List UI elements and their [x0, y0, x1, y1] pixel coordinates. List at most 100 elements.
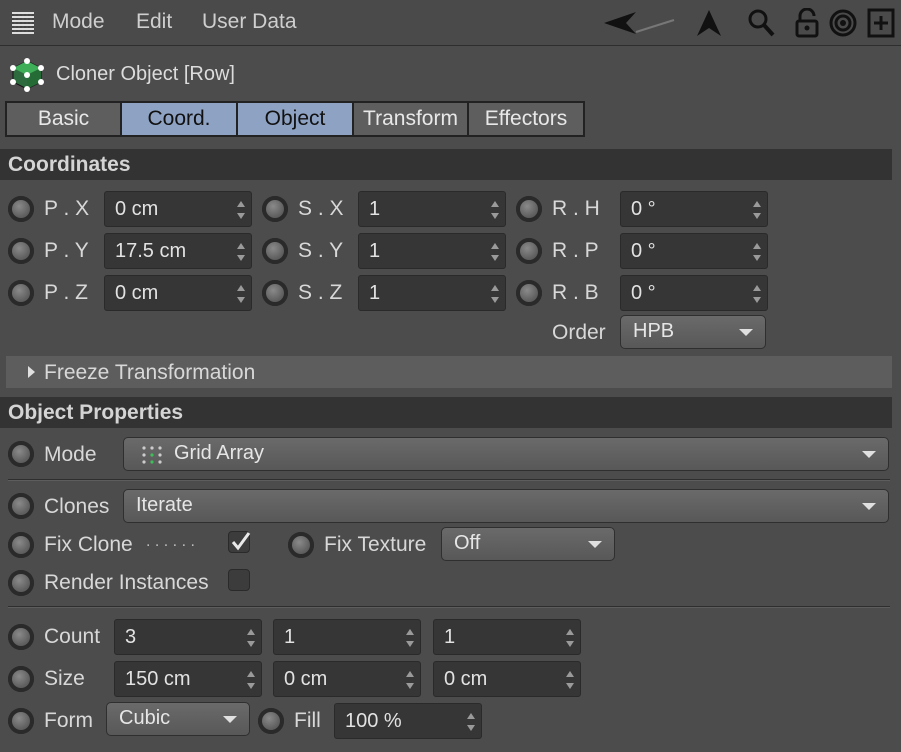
- rp-field[interactable]: 0 °: [620, 233, 768, 269]
- form-dropdown[interactable]: Cubic: [106, 702, 250, 736]
- rh-stepper[interactable]: [752, 201, 762, 219]
- px-field[interactable]: 0 cm: [104, 191, 252, 227]
- new-window-icon[interactable]: [866, 8, 896, 38]
- fill-field[interactable]: 100 %: [334, 703, 482, 739]
- count-x-field[interactable]: 3: [114, 619, 262, 655]
- count-y-value: 1: [284, 626, 296, 648]
- count-y-field[interactable]: 1: [273, 619, 421, 655]
- sy-stepper[interactable]: [490, 243, 500, 261]
- target-icon[interactable]: [828, 8, 858, 38]
- pz-field[interactable]: 0 cm: [104, 275, 252, 311]
- anim-radio-form[interactable]: [8, 708, 34, 734]
- size-z-stepper[interactable]: [565, 671, 575, 689]
- py-label: P . Y: [44, 239, 89, 262]
- sx-value: 1: [369, 198, 381, 220]
- rh-value: 0 °: [631, 198, 656, 220]
- tab-object[interactable]: Object: [236, 101, 354, 137]
- sy-label: S . Y: [298, 239, 344, 262]
- size-x-field[interactable]: 150 cm: [114, 661, 262, 697]
- order-dropdown[interactable]: HPB: [620, 315, 766, 349]
- rb-field[interactable]: 0 °: [620, 275, 768, 311]
- sz-field[interactable]: 1: [358, 275, 506, 311]
- count-z-stepper[interactable]: [565, 629, 575, 647]
- anim-radio-rb[interactable]: [516, 280, 542, 306]
- sx-stepper[interactable]: [490, 201, 500, 219]
- anim-radio-fix-texture[interactable]: [288, 532, 314, 558]
- anim-radio-pz[interactable]: [8, 280, 34, 306]
- tab-basic[interactable]: Basic: [5, 101, 122, 137]
- chevron-down-icon: [739, 329, 753, 336]
- mode-dropdown[interactable]: Grid Array: [123, 437, 889, 471]
- px-stepper[interactable]: [236, 201, 246, 219]
- rb-stepper[interactable]: [752, 285, 762, 303]
- anim-radio-rh[interactable]: [516, 196, 542, 222]
- anim-radio-mode[interactable]: [8, 441, 34, 467]
- anim-radio-sy[interactable]: [262, 238, 288, 264]
- fill-stepper[interactable]: [466, 713, 476, 731]
- form-value: Cubic: [119, 707, 171, 729]
- fix-clone-label: Fix Clone: [44, 533, 133, 556]
- fix-texture-dropdown[interactable]: Off: [441, 527, 615, 561]
- anim-radio-count[interactable]: [8, 624, 34, 650]
- menu-mode[interactable]: Mode: [52, 10, 105, 34]
- anim-radio-fix-clone[interactable]: [8, 532, 34, 558]
- sz-stepper[interactable]: [490, 285, 500, 303]
- size-z-value: 0 cm: [444, 668, 488, 690]
- back-arrow-icon[interactable]: [600, 8, 680, 38]
- checkmark-icon: [231, 532, 251, 551]
- count-x-stepper[interactable]: [246, 629, 256, 647]
- form-label: Form: [44, 709, 93, 732]
- fix-clone-checkbox[interactable]: [228, 531, 251, 553]
- mode-value: Grid Array: [174, 442, 265, 464]
- sy-field[interactable]: 1: [358, 233, 506, 269]
- lock-icon[interactable]: [792, 8, 822, 38]
- anim-radio-sz[interactable]: [262, 280, 288, 306]
- rp-value: 0 °: [631, 240, 656, 262]
- menu-edit[interactable]: Edit: [136, 10, 172, 34]
- rp-stepper[interactable]: [752, 243, 762, 261]
- tab-transform[interactable]: Transform: [352, 101, 469, 137]
- clones-value: Iterate: [136, 494, 193, 516]
- sx-field[interactable]: 1: [358, 191, 506, 227]
- sz-label: S . Z: [298, 281, 343, 304]
- tab-effectors[interactable]: Effectors: [467, 101, 585, 137]
- anim-radio-clones[interactable]: [8, 493, 34, 519]
- py-stepper[interactable]: [236, 243, 246, 261]
- freeze-transformation-label: Freeze Transformation: [44, 361, 256, 384]
- size-z-field[interactable]: 0 cm: [433, 661, 581, 697]
- pz-stepper[interactable]: [236, 285, 246, 303]
- menu-user-data[interactable]: User Data: [202, 10, 297, 34]
- separator: [8, 606, 890, 608]
- clones-dropdown[interactable]: Iterate: [123, 489, 889, 523]
- anim-radio-px[interactable]: [8, 196, 34, 222]
- pz-label: P . Z: [44, 281, 88, 304]
- anim-radio-size[interactable]: [8, 666, 34, 692]
- menu-bar: Mode Edit User Data: [0, 0, 901, 46]
- count-y-stepper[interactable]: [405, 629, 415, 647]
- object-properties-header: Object Properties: [0, 397, 892, 428]
- render-instances-checkbox[interactable]: [228, 569, 250, 591]
- size-y-stepper[interactable]: [405, 671, 415, 689]
- size-y-field[interactable]: 0 cm: [273, 661, 421, 697]
- fix-clone-leader-dots: . . . . . .: [146, 533, 195, 550]
- anim-radio-rp[interactable]: [516, 238, 542, 264]
- triangle-right-icon[interactable]: [28, 366, 35, 378]
- order-label: Order: [552, 321, 606, 344]
- count-x-value: 3: [125, 626, 137, 648]
- grid-icon[interactable]: [12, 12, 34, 34]
- anim-radio-render-instances[interactable]: [8, 570, 34, 596]
- tab-coord[interactable]: Coord.: [120, 101, 238, 137]
- count-z-field[interactable]: 1: [433, 619, 581, 655]
- py-field[interactable]: 17.5 cm: [104, 233, 252, 269]
- anim-radio-sx[interactable]: [262, 196, 288, 222]
- coordinates-header: Coordinates: [0, 149, 892, 180]
- anim-radio-fill[interactable]: [258, 708, 284, 734]
- rh-label: R . H: [552, 197, 600, 220]
- size-x-stepper[interactable]: [246, 671, 256, 689]
- py-value: 17.5 cm: [115, 240, 187, 262]
- freeze-transformation-group[interactable]: Freeze Transformation: [6, 356, 892, 388]
- up-arrow-icon[interactable]: [694, 8, 724, 38]
- anim-radio-py[interactable]: [8, 238, 34, 264]
- rh-field[interactable]: 0 °: [620, 191, 768, 227]
- search-icon[interactable]: [746, 8, 776, 38]
